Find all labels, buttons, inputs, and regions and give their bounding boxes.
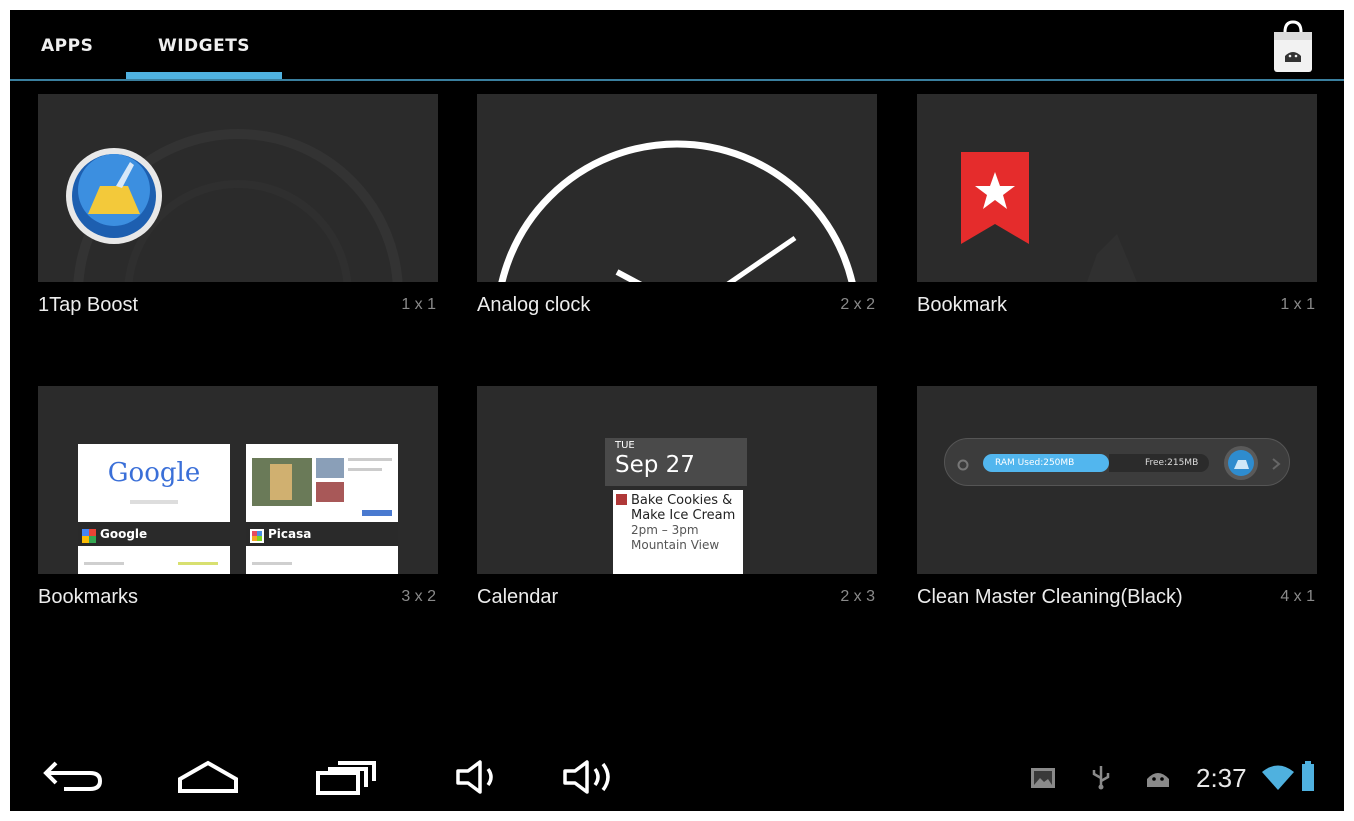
system-bar: 2:37 [10,741,1344,811]
home-icon[interactable] [176,759,240,795]
widget-name: Clean Master Cleaning(Black) [917,586,1183,608]
event-time: 2pm – 3pm [631,523,699,537]
bookmark-label: Google [100,527,148,541]
clean-master-bar: RAM Used:250MB Free:215MB [944,438,1290,486]
bookmark-ribbon-icon [961,152,1029,244]
gallery-notification-icon [1030,767,1056,789]
widget-preview: RAM Used:250MB Free:215MB [917,386,1317,574]
battery-icon [1301,761,1315,791]
widget-size: 2 x 2 [840,296,875,313]
event-location: Mountain View [631,538,720,552]
clean-master-logo-icon [957,456,969,471]
boost-button-icon [1223,445,1259,481]
calendar-date-header: TUE Sep 27 [605,438,747,486]
widget-size: 4 x 1 [1280,588,1315,605]
tab-apps[interactable]: APPS [41,10,93,82]
bookmark-label-bar: Google [78,522,230,546]
analog-clock-icon [498,140,856,282]
widget-name: 1Tap Boost [38,294,139,316]
calendar-date: Sep 27 [615,452,695,478]
widget-bookmark[interactable]: Bookmark 1 x 1 [917,94,1317,334]
widget-calendar[interactable]: TUE Sep 27 Bake Cookies & Make Ice Cream… [477,386,877,626]
widget-name: Bookmark [917,294,1008,316]
widget-preview [38,94,438,282]
active-tab-indicator [126,72,282,79]
widget-name: Analog clock [477,294,591,316]
status-clock: 2:37 [1196,763,1247,793]
widget-name: Calendar [477,586,559,608]
wifi-icon [1260,763,1296,791]
widget-size: 1 x 1 [1280,296,1315,313]
bookmark-thumbnail-picasa: Picasa [246,444,398,574]
widget-analog-clock[interactable]: Analog clock 2 x 2 [477,94,877,334]
widget-size: 2 x 3 [840,588,875,605]
picasa-favicon-icon [250,527,264,543]
widget-preview [477,94,877,282]
volume-down-icon[interactable] [454,759,504,795]
google-logo: Google [107,458,201,488]
widget-size: 3 x 2 [401,588,436,605]
calendar-day-of-week: TUE [615,440,635,451]
widget-preview: TUE Sep 27 Bake Cookies & Make Ice Cream… [477,386,877,574]
recent-apps-icon[interactable] [314,759,376,795]
tab-bar-divider [10,79,1344,81]
google-favicon-icon [82,527,96,543]
bookmark-thumbnail-google: Google Google [78,444,230,574]
bookmark-label-bar: Picasa [246,522,398,546]
widget-preview [917,94,1317,282]
widget-bookmarks[interactable]: Google Google Picasa Bookmarks 3 x 2 [38,386,438,626]
play-store-bag-icon[interactable] [1268,18,1318,74]
widget-preview: Google Google Picasa [38,386,438,574]
android-debug-icon [1144,767,1172,789]
tab-bar: APPS WIDGETS [10,10,1344,82]
event-color-marker [616,494,627,505]
bookmark-label: Picasa [268,527,312,541]
free-memory-label: Free:215MB [1145,458,1199,468]
calendar-event-card: Bake Cookies & Make Ice Cream 2pm – 3pm … [613,490,743,574]
widget-1tap-boost[interactable]: 1Tap Boost 1 x 1 [38,94,438,334]
event-title: Bake Cookies & Make Ice Cream [631,493,736,523]
widget-drawer-screen: APPS WIDGETS 1Tap Boost 1 x 1 Analog clo… [10,10,1344,811]
widget-size: 1 x 1 [401,296,436,313]
back-icon[interactable] [42,759,104,795]
widget-name: Bookmarks [38,586,139,608]
volume-up-icon[interactable] [561,759,619,795]
widget-clean-master[interactable]: RAM Used:250MB Free:215MB Clean Master C… [917,386,1317,626]
ram-used-bar: RAM Used:250MB [983,454,1109,472]
chevron-right-icon [1271,456,1281,470]
boost-icon [64,146,164,246]
usb-icon [1090,764,1112,790]
